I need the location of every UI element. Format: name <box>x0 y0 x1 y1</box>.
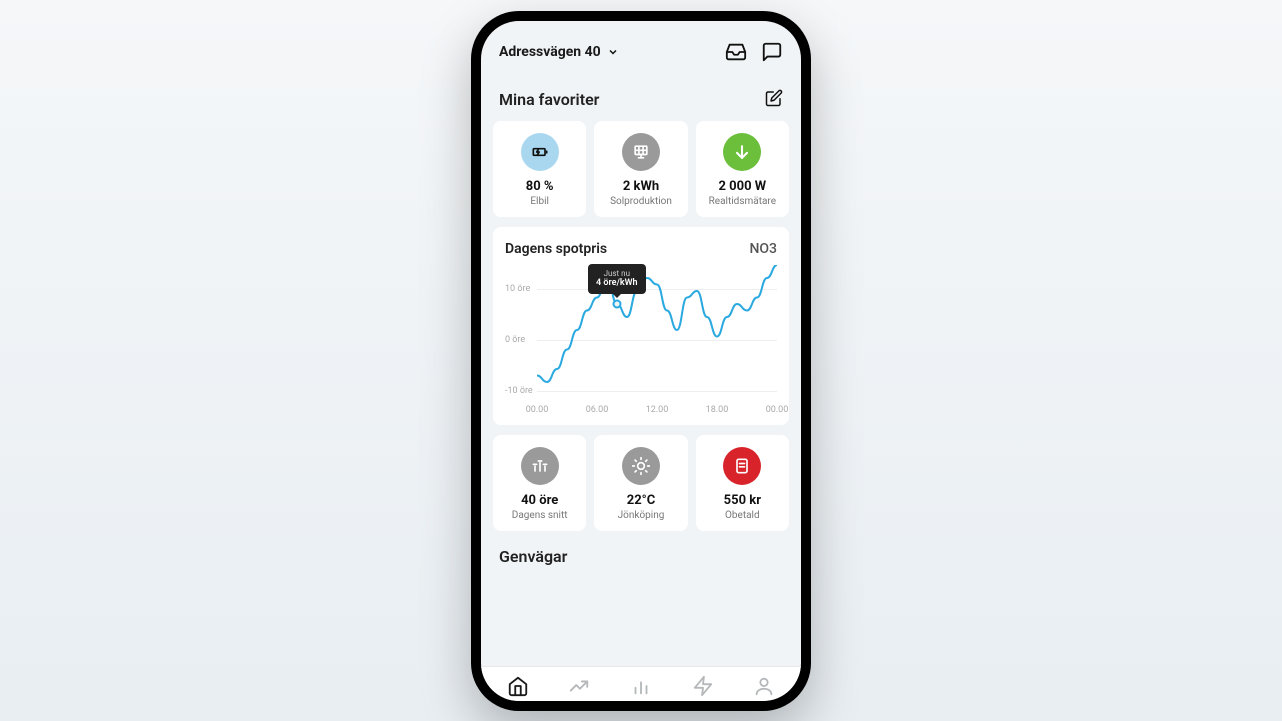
summary-label: Obetald <box>725 510 760 521</box>
summary-label: Dagens snitt <box>512 510 568 521</box>
summary-card-invoice[interactable]: 550 kr Obetald <box>696 435 789 531</box>
favorite-value: 80 % <box>526 179 554 194</box>
spot-price-card[interactable]: Dagens spotpris NO3 10 öre 0 öre -10 öre <box>493 227 789 425</box>
chevron-down-icon <box>607 46 619 58</box>
favorite-value: 2 kWh <box>623 179 659 194</box>
summary-value: 22°C <box>627 493 656 508</box>
summary-section: 40 öre Dagens snitt 22°C Jönköping <box>493 435 789 531</box>
receipt-icon <box>723 447 761 485</box>
summary-value: 550 kr <box>724 493 761 508</box>
x-tick: 00.00 <box>766 405 789 415</box>
solar-panel-icon <box>622 133 660 171</box>
favorite-label: Elbil <box>530 196 549 207</box>
shortcuts-section: Genvägar <box>493 541 789 576</box>
y-tick: 0 öre <box>505 335 525 345</box>
arrow-down-icon <box>723 133 761 171</box>
y-tick: -10 öre <box>505 386 533 396</box>
bottom-nav <box>481 666 801 701</box>
home-icon <box>507 675 529 697</box>
favorite-card-solar[interactable]: 2 kWh Solproduktion <box>594 121 687 217</box>
spot-price-chart: 10 öre 0 öre -10 öre Just nu 4 öre/kWh <box>505 265 777 415</box>
favorite-label: Solproduktion <box>610 196 672 207</box>
header-icons <box>725 41 783 63</box>
nav-energy[interactable] <box>692 675 714 697</box>
favorite-card-ev[interactable]: 80 % Elbil <box>493 121 586 217</box>
spot-price-title: Dagens spotpris <box>505 241 607 257</box>
favorite-label: Realtidsmätare <box>709 196 776 207</box>
chart-line <box>537 265 777 395</box>
edit-favorites-icon[interactable] <box>765 89 783 111</box>
phone-screen: Adressvägen 40 Mina favoriter <box>481 21 801 701</box>
favorites-title: Mina favoriter <box>499 90 599 109</box>
bars-icon <box>630 675 652 697</box>
shortcuts-title: Genvägar <box>499 547 567 566</box>
summary-value: 40 öre <box>521 493 558 508</box>
battery-icon <box>521 133 559 171</box>
spot-price-region: NO3 <box>749 241 777 257</box>
nav-home[interactable] <box>507 675 529 697</box>
chart-tooltip: Just nu 4 öre/kWh <box>588 264 646 294</box>
trend-icon <box>568 675 590 697</box>
tooltip-line1: Just nu <box>596 269 638 279</box>
bolt-icon <box>692 675 714 697</box>
nav-stats[interactable] <box>630 675 652 697</box>
sun-icon <box>622 447 660 485</box>
user-icon <box>753 675 775 697</box>
x-tick: 18.00 <box>706 405 729 415</box>
nav-trends[interactable] <box>568 675 590 697</box>
summary-card-avg[interactable]: 40 öre Dagens snitt <box>493 435 586 531</box>
summary-label: Jönköping <box>618 510 665 521</box>
favorite-value: 2 000 W <box>718 179 766 194</box>
phone-frame: Adressvägen 40 Mina favoriter <box>471 11 811 711</box>
address-selector[interactable]: Adressvägen 40 <box>499 44 619 60</box>
x-tick: 00.00 <box>526 405 549 415</box>
nav-profile[interactable] <box>753 675 775 697</box>
x-tick: 06.00 <box>586 405 609 415</box>
y-tick: 10 öre <box>505 284 530 294</box>
inbox-icon[interactable] <box>725 41 747 63</box>
favorite-card-realtime[interactable]: 2 000 W Realtidsmätare <box>696 121 789 217</box>
sliders-icon <box>521 447 559 485</box>
x-tick: 12.00 <box>646 405 669 415</box>
chat-icon[interactable] <box>761 41 783 63</box>
favorites-section: Mina favoriter 80 % Elbil <box>493 83 789 217</box>
summary-card-weather[interactable]: 22°C Jönköping <box>594 435 687 531</box>
address-label: Adressvägen 40 <box>499 44 601 60</box>
tooltip-line2: 4 öre/kWh <box>596 278 638 289</box>
content-scroll[interactable]: Mina favoriter 80 % Elbil <box>481 75 801 666</box>
app-header: Adressvägen 40 <box>481 21 801 75</box>
